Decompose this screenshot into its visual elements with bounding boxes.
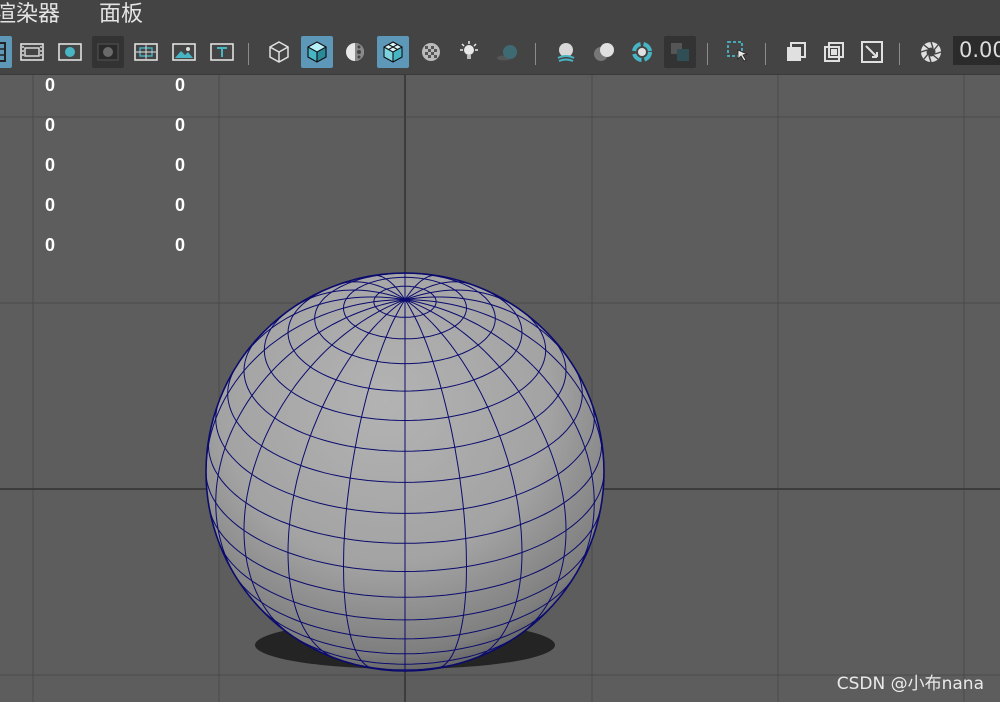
menu-panels[interactable]: 面板 — [99, 0, 143, 32]
wireframe-icon — [269, 41, 289, 63]
gate-mask-icon — [97, 43, 119, 61]
menu-bar: 渲染器 面板 — [0, 0, 1000, 32]
xray-button[interactable] — [415, 36, 447, 68]
depth-of-field-button[interactable] — [664, 36, 696, 68]
grid-icon — [0, 42, 6, 62]
xray-icon — [422, 43, 440, 61]
screen-space-ao-button[interactable] — [550, 36, 582, 68]
xray-joints-icon — [787, 42, 806, 61]
smooth-shade-icon — [307, 41, 327, 63]
default-material-icon — [346, 43, 364, 61]
film-gate-button[interactable] — [16, 36, 48, 68]
watermark: CSDN @小布nana — [836, 674, 984, 694]
safe-title-icon — [210, 43, 234, 61]
viewport-toolbar — [0, 32, 1000, 75]
exposure-button[interactable] — [915, 36, 947, 68]
menu-renderer[interactable]: 渲染器 — [0, 0, 60, 32]
polygon-sphere[interactable] — [0, 75, 1000, 702]
wireframe-button[interactable] — [263, 36, 295, 68]
lighting-icon — [460, 41, 478, 59]
safe-title-button[interactable] — [206, 36, 238, 68]
xray-active-components-button[interactable] — [818, 36, 850, 68]
viewport-panel[interactable]: 0 0 0 0 0 0 0 0 0 0 CSDN @小布nana — [0, 75, 1000, 702]
screen-space-ao-icon — [557, 43, 575, 62]
safe-action-icon — [172, 43, 196, 61]
lighting-button[interactable] — [453, 36, 485, 68]
image-plane-icon — [861, 41, 883, 63]
toolbar-separator — [898, 43, 901, 65]
exposure-icon — [920, 41, 942, 63]
toolbar-separator — [534, 43, 537, 65]
motion-blur-icon — [594, 43, 614, 61]
grid-button[interactable] — [0, 36, 12, 68]
field-chart-button[interactable] — [130, 36, 162, 68]
shadows-icon — [497, 45, 517, 61]
default-material-button[interactable] — [339, 36, 371, 68]
wireframe-on-shaded-button[interactable] — [377, 36, 409, 68]
depth-of-field-icon — [671, 43, 689, 61]
xray-joints-button[interactable] — [780, 36, 812, 68]
toolbar-separator — [764, 43, 767, 65]
xray-active-components-icon — [824, 42, 844, 62]
resolution-gate-button[interactable] — [54, 36, 86, 68]
film-gate-icon — [20, 43, 44, 61]
gate-mask-button[interactable] — [92, 36, 124, 68]
toolbar-separator — [247, 43, 250, 65]
field-chart-icon — [134, 43, 158, 61]
shadows-button[interactable] — [491, 36, 523, 68]
anti-aliasing-button[interactable] — [626, 36, 658, 68]
toolbar-separator — [706, 43, 709, 65]
wireframe-on-shaded-icon — [383, 41, 403, 63]
isolate-select-button[interactable] — [722, 36, 754, 68]
anti-aliasing-icon — [632, 42, 652, 62]
safe-action-button[interactable] — [168, 36, 200, 68]
resolution-gate-icon — [58, 43, 82, 61]
exposure-input[interactable]: 0.00 — [953, 36, 1000, 65]
motion-blur-button[interactable] — [588, 36, 620, 68]
isolate-select-icon — [727, 41, 749, 62]
image-plane-button[interactable] — [856, 36, 888, 68]
smooth-shade-button[interactable] — [301, 36, 333, 68]
